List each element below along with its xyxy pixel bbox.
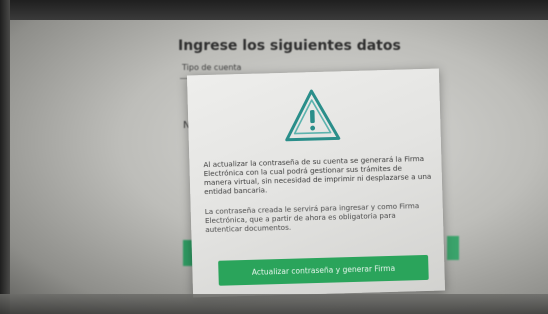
dialog-message-paragraph-2: La contraseña creada le servirá para ing…	[204, 201, 420, 235]
monitor-bezel-left	[0, 0, 10, 314]
account-type-label: Tipo de cuenta	[182, 63, 242, 72]
password-update-dialog: Al actualizar la contraseña de su cuenta…	[186, 68, 446, 298]
warning-triangle-icon	[285, 89, 341, 142]
monitor-bezel-bottom	[0, 294, 548, 314]
page-title: Ingrese los siguientes datos	[178, 38, 401, 54]
update-password-generate-signature-button[interactable]: Actualizar contraseña y generar Firma	[218, 254, 429, 286]
background-button-right[interactable]	[447, 236, 459, 260]
monitor-bezel-top	[0, 0, 548, 20]
dialog-message-paragraph-1: Al actualizar la contraseña de su cuenta…	[203, 153, 432, 197]
monitor-screen: Ingrese los siguientes datos Tipo de cue…	[0, 0, 548, 314]
